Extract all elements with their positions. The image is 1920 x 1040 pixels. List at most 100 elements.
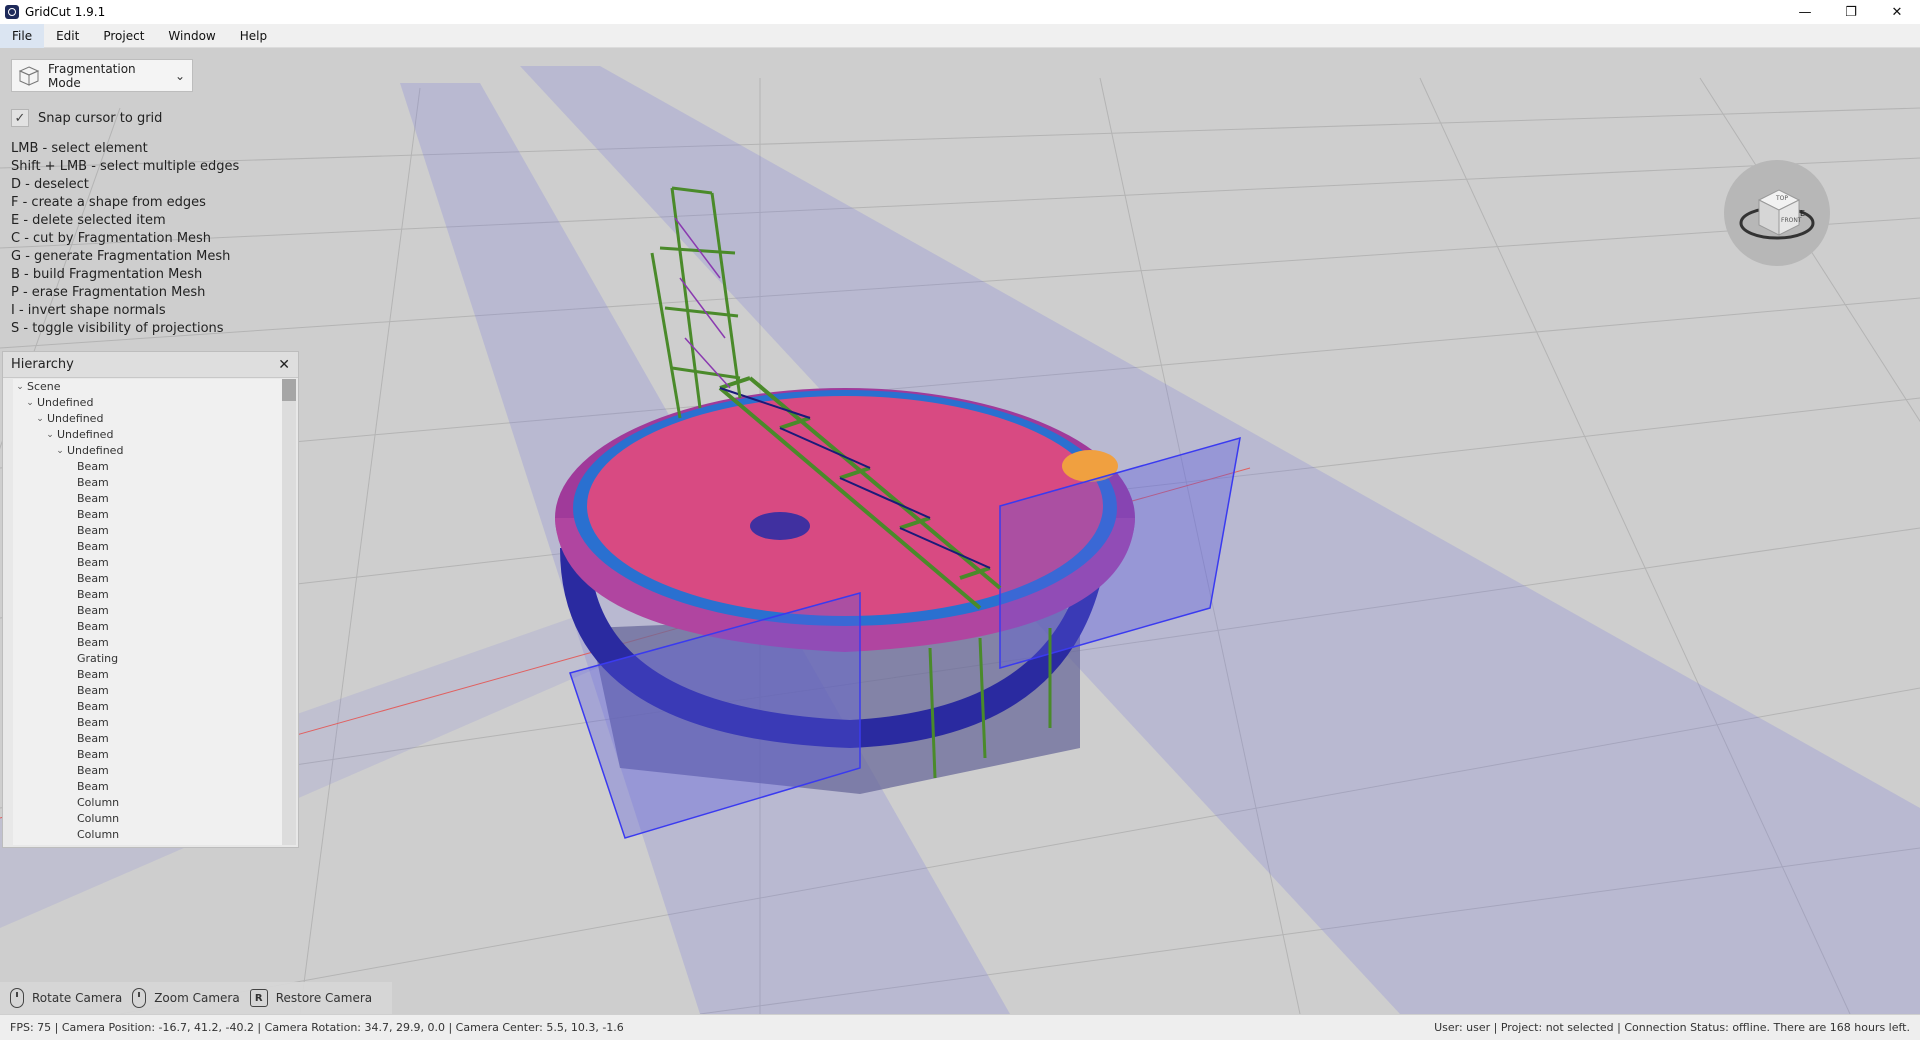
key-icon: R bbox=[249, 989, 268, 1007]
shortcut-item: E - delete selected item bbox=[11, 213, 166, 228]
snap-to-grid-option: ✓ Snap cursor to grid bbox=[11, 109, 162, 127]
tree-row[interactable]: ⌄ Undefined bbox=[13, 427, 285, 443]
tree-row[interactable]: Beam bbox=[13, 475, 285, 491]
shortcut-item: Shift + LMB - select multiple edges bbox=[11, 159, 240, 174]
shortcut-item: C - cut by Fragmentation Mesh bbox=[11, 231, 212, 246]
tree-row[interactable]: Beam bbox=[13, 667, 285, 683]
tree-row-label: Beam bbox=[77, 732, 109, 745]
shortcut-item: D - deselect bbox=[11, 177, 89, 192]
tree-row[interactable]: Beam bbox=[13, 763, 285, 779]
shortcut-item: F - create a shape from edges bbox=[11, 195, 206, 210]
title-bar: GridCut 1.9.1 — ❐ ✕ bbox=[0, 0, 1920, 24]
zoom-camera-label: Zoom Camera bbox=[154, 991, 240, 1005]
zoom-camera-hint: Zoom Camera bbox=[132, 988, 240, 1008]
restore-camera-label: Restore Camera bbox=[275, 991, 373, 1005]
tree-row-label: Beam bbox=[77, 588, 109, 601]
tree-row[interactable]: Beam bbox=[13, 619, 285, 635]
tree-row[interactable]: Beam bbox=[13, 683, 285, 699]
hierarchy-scrollbar[interactable] bbox=[282, 379, 296, 845]
chevron-down-icon[interactable]: ⌄ bbox=[45, 427, 55, 443]
tree-row-label: Undefined bbox=[67, 444, 124, 457]
shortcut-item: I - invert shape normals bbox=[11, 303, 166, 318]
tree-row[interactable]: Column bbox=[13, 843, 285, 845]
shortcut-help-list: LMB - select element Shift + LMB - selec… bbox=[11, 140, 239, 338]
tree-row-label: Column bbox=[77, 812, 120, 825]
tree-row[interactable]: Beam bbox=[13, 539, 285, 555]
chevron-down-icon[interactable]: ⌄ bbox=[55, 443, 65, 459]
snap-checkbox[interactable]: ✓ bbox=[11, 109, 29, 127]
tree-row-label: Column bbox=[77, 828, 120, 841]
mouse-icon bbox=[10, 988, 24, 1008]
tree-row-label: Beam bbox=[77, 476, 109, 489]
mouse-icon bbox=[132, 988, 147, 1008]
tree-row[interactable]: Column bbox=[13, 795, 285, 811]
tree-row[interactable]: Beam bbox=[13, 571, 285, 587]
menu-bar: File Edit Project Window Help bbox=[0, 23, 1920, 48]
minimize-button[interactable]: — bbox=[1782, 0, 1828, 24]
tree-row[interactable]: Column bbox=[13, 827, 285, 843]
tree-row[interactable]: Beam bbox=[13, 491, 285, 507]
svg-text:E: E bbox=[1800, 209, 1805, 218]
tree-row-label: Beam bbox=[77, 748, 109, 761]
menu-edit[interactable]: Edit bbox=[44, 24, 91, 48]
tree-row[interactable]: Beam bbox=[13, 747, 285, 763]
menu-project[interactable]: Project bbox=[91, 24, 156, 48]
tree-row[interactable]: Beam bbox=[13, 779, 285, 795]
close-icon[interactable]: ✕ bbox=[278, 357, 290, 373]
mode-dropdown[interactable]: Fragmentation Mode ⌄ bbox=[11, 59, 193, 92]
tree-row[interactable]: Beam bbox=[13, 459, 285, 475]
menu-file[interactable]: File bbox=[0, 23, 45, 48]
navigation-cube[interactable]: TOP FRONT E bbox=[1724, 160, 1830, 266]
tree-row[interactable]: Grating bbox=[13, 651, 285, 667]
shortcut-item: S - toggle visibility of projections bbox=[11, 321, 224, 336]
svg-text:TOP: TOP bbox=[1775, 195, 1788, 202]
tree-row[interactable]: Beam bbox=[13, 699, 285, 715]
tree-row[interactable]: Beam bbox=[13, 603, 285, 619]
svg-text:FRONT: FRONT bbox=[1781, 217, 1802, 224]
tree-row-label: Beam bbox=[77, 540, 109, 553]
menu-help[interactable]: Help bbox=[228, 24, 279, 48]
tree-row[interactable]: ⌄ Undefined bbox=[13, 411, 285, 427]
hierarchy-panel: Hierarchy ✕ ⌄ Scene ⌄ Undefined ⌄ Undefined ⌄ U… bbox=[2, 351, 299, 848]
tree-row[interactable]: Beam bbox=[13, 731, 285, 747]
tree-row-label: Beam bbox=[77, 780, 109, 793]
window-controls: — ❐ ✕ bbox=[1782, 0, 1920, 24]
hierarchy-title: Hierarchy bbox=[11, 357, 74, 372]
tree-row-label: Beam bbox=[77, 684, 109, 697]
status-bar: FPS: 75 | Camera Position: -16.7, 41.2, … bbox=[0, 1014, 1920, 1040]
shortcut-item: G - generate Fragmentation Mesh bbox=[11, 249, 231, 264]
hierarchy-tree[interactable]: ⌄ Scene ⌄ Undefined ⌄ Undefined ⌄ Undefined ⌄ Und… bbox=[13, 379, 285, 845]
tree-row[interactable]: Column bbox=[13, 811, 285, 827]
tank-center-hub bbox=[750, 512, 810, 540]
tree-row[interactable]: Beam bbox=[13, 507, 285, 523]
chevron-down-icon[interactable]: ⌄ bbox=[25, 395, 35, 411]
menu-window[interactable]: Window bbox=[156, 24, 227, 48]
tree-row-label: Undefined bbox=[47, 412, 104, 425]
chevron-down-icon[interactable]: ⌄ bbox=[35, 411, 45, 427]
tree-row[interactable]: Beam bbox=[13, 715, 285, 731]
tree-row[interactable]: Beam bbox=[13, 555, 285, 571]
restore-camera-hint: R Restore Camera bbox=[249, 989, 373, 1007]
chevron-down-icon[interactable]: ⌄ bbox=[15, 379, 25, 395]
maximize-button[interactable]: ❐ bbox=[1828, 0, 1874, 24]
tree-row[interactable]: ⌄ Scene bbox=[13, 379, 285, 395]
camera-hints: Rotate Camera Zoom Camera R Restore Came… bbox=[0, 982, 393, 1014]
close-button[interactable]: ✕ bbox=[1874, 0, 1920, 24]
tree-row-label: Column bbox=[77, 796, 120, 809]
tree-row-label: Beam bbox=[77, 668, 109, 681]
tree-row-label: Beam bbox=[77, 524, 109, 537]
tree-row[interactable]: Beam bbox=[13, 635, 285, 651]
tree-row-label: Beam bbox=[77, 620, 109, 633]
tree-row[interactable]: Beam bbox=[13, 587, 285, 603]
tree-row[interactable]: ⌄ Undefined bbox=[13, 443, 285, 459]
cube-icon bbox=[18, 65, 40, 86]
mode-label: Fragmentation Mode bbox=[48, 61, 136, 90]
tree-row[interactable]: ⌄ Undefined bbox=[13, 395, 285, 411]
connection-status-text: User: user | Project: not selected | Con… bbox=[1434, 1021, 1910, 1034]
tree-row-label: Beam bbox=[77, 700, 109, 713]
tree-row[interactable]: Beam bbox=[13, 523, 285, 539]
window-title: GridCut 1.9.1 bbox=[25, 5, 106, 19]
scrollbar-thumb[interactable] bbox=[282, 379, 296, 401]
tree-row-label: Scene bbox=[27, 380, 61, 393]
tree-row-label: Beam bbox=[77, 764, 109, 777]
